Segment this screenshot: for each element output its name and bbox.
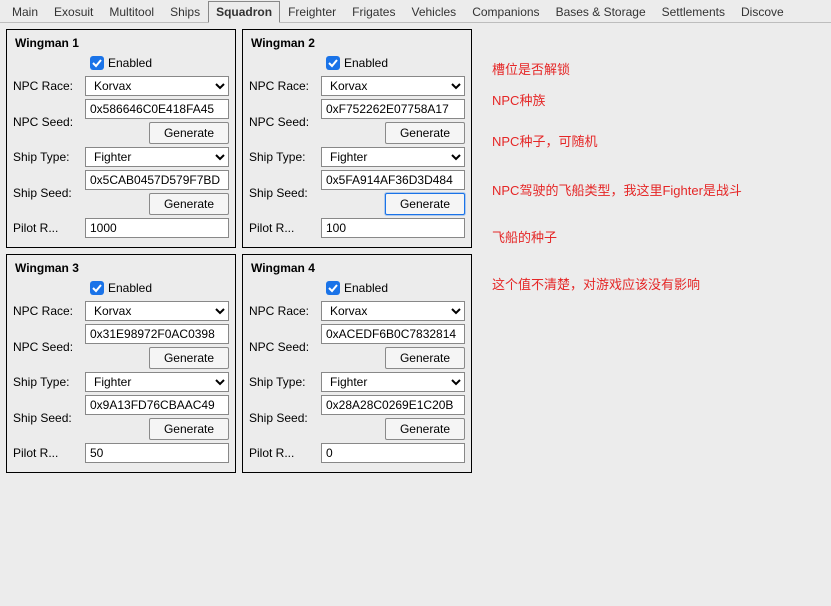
npc-race-label: NPC Race: bbox=[249, 304, 321, 318]
annotation-ship-seed: 飞船的种子 bbox=[492, 227, 742, 246]
npc-seed-label: NPC Seed: bbox=[249, 340, 321, 354]
pilot-r-input[interactable] bbox=[85, 443, 229, 463]
tab-bases-storage[interactable]: Bases & Storage bbox=[548, 1, 654, 22]
tab-multitool[interactable]: Multitool bbox=[101, 1, 162, 22]
tab-bar: MainExosuitMultitoolShipsSquadronFreight… bbox=[0, 0, 831, 23]
wingman-title: Wingman 1 bbox=[13, 34, 229, 54]
tab-settlements[interactable]: Settlements bbox=[654, 1, 733, 22]
pilot-r-input[interactable] bbox=[321, 218, 465, 238]
pilot-r-label: Pilot R... bbox=[249, 221, 321, 235]
annotation-race: NPC种族 bbox=[492, 90, 742, 109]
content-area: Wingman 1EnabledNPC Race:KorvaxNPC Seed:… bbox=[0, 23, 831, 479]
check-icon bbox=[90, 281, 104, 295]
ship-seed-input[interactable] bbox=[85, 170, 229, 190]
tab-vehicles[interactable]: Vehicles bbox=[403, 1, 464, 22]
npc-seed-input[interactable] bbox=[85, 99, 229, 119]
npc-race-label: NPC Race: bbox=[249, 79, 321, 93]
tab-main[interactable]: Main bbox=[4, 1, 46, 22]
enabled-checkbox[interactable]: Enabled bbox=[249, 281, 465, 295]
npc-seed-label: NPC Seed: bbox=[13, 340, 85, 354]
check-icon bbox=[326, 56, 340, 70]
check-icon bbox=[90, 56, 104, 70]
ship-seed-label: Ship Seed: bbox=[13, 186, 85, 200]
pilot-r-label: Pilot R... bbox=[13, 221, 85, 235]
check-icon bbox=[326, 281, 340, 295]
ship-seed-generate-button[interactable]: Generate bbox=[149, 418, 229, 440]
npc-seed-generate-button[interactable]: Generate bbox=[149, 347, 229, 369]
enabled-label: Enabled bbox=[108, 56, 152, 70]
ship-seed-input[interactable] bbox=[321, 170, 465, 190]
npc-seed-input[interactable] bbox=[85, 324, 229, 344]
annotation-npc-seed: NPC种子，可随机 bbox=[492, 131, 742, 150]
ship-type-select[interactable]: Fighter bbox=[85, 372, 229, 392]
ship-seed-generate-button[interactable]: Generate bbox=[385, 193, 465, 215]
ship-type-select[interactable]: Fighter bbox=[321, 372, 465, 392]
npc-race-label: NPC Race: bbox=[13, 79, 85, 93]
wingman-title: Wingman 3 bbox=[13, 259, 229, 279]
wingman-title: Wingman 4 bbox=[249, 259, 465, 279]
enabled-label: Enabled bbox=[344, 281, 388, 295]
wingman-card-2: Wingman 2 Enabled NPC Race:Korvax NPC Seed:… bbox=[242, 29, 472, 248]
tab-squadron[interactable]: Squadron bbox=[208, 1, 280, 23]
ship-type-select[interactable]: Fighter bbox=[321, 147, 465, 167]
annotations-panel: 槽位是否解锁 NPC种族 NPC种子，可随机 NPC驾驶的飞船类型，我这里Fig… bbox=[472, 29, 742, 293]
ship-seed-label: Ship Seed: bbox=[13, 411, 85, 425]
wingman-card-4: Wingman 4 Enabled NPC Race:Korvax NPC Seed:… bbox=[242, 254, 472, 473]
pilot-r-input[interactable] bbox=[85, 218, 229, 238]
npc-race-label: NPC Race: bbox=[13, 304, 85, 318]
npc-seed-label: NPC Seed: bbox=[249, 115, 321, 129]
enabled-label: Enabled bbox=[108, 281, 152, 295]
ship-seed-generate-button[interactable]: Generate bbox=[385, 418, 465, 440]
npc-seed-generate-button[interactable]: Generate bbox=[385, 347, 465, 369]
annotation-pilot-r: 这个值不清楚，对游戏应该没有影响 bbox=[492, 274, 742, 293]
npc-race-select[interactable]: Korvax bbox=[321, 301, 465, 321]
pilot-r-label: Pilot R... bbox=[13, 446, 85, 460]
ship-type-label: Ship Type: bbox=[13, 150, 85, 164]
tab-companions[interactable]: Companions bbox=[464, 1, 547, 22]
ship-seed-label: Ship Seed: bbox=[249, 186, 321, 200]
ship-seed-generate-button[interactable]: Generate bbox=[149, 193, 229, 215]
wingman-card-3: Wingman 3 Enabled NPC Race:Korvax NPC Seed:… bbox=[6, 254, 236, 473]
ship-type-label: Ship Type: bbox=[13, 375, 85, 389]
pilot-r-input[interactable] bbox=[321, 443, 465, 463]
ship-type-label: Ship Type: bbox=[249, 375, 321, 389]
annotation-enabled: 槽位是否解锁 bbox=[492, 59, 742, 78]
enabled-checkbox[interactable]: Enabled bbox=[13, 56, 229, 70]
enabled-label: Enabled bbox=[344, 56, 388, 70]
ship-type-label: Ship Type: bbox=[249, 150, 321, 164]
annotation-ship-type: NPC驾驶的飞船类型，我这里Fighter是战斗 bbox=[492, 180, 742, 199]
tab-ships[interactable]: Ships bbox=[162, 1, 208, 22]
tab-frigates[interactable]: Frigates bbox=[344, 1, 403, 22]
npc-seed-input[interactable] bbox=[321, 324, 465, 344]
npc-race-select[interactable]: Korvax bbox=[85, 301, 229, 321]
tab-freighter[interactable]: Freighter bbox=[280, 1, 344, 22]
tab-discove[interactable]: Discove bbox=[733, 1, 792, 22]
ship-seed-input[interactable] bbox=[321, 395, 465, 415]
wingman-grid: Wingman 1EnabledNPC Race:KorvaxNPC Seed:… bbox=[6, 29, 472, 473]
ship-type-select[interactable]: Fighter bbox=[85, 147, 229, 167]
npc-seed-generate-button[interactable]: Generate bbox=[149, 122, 229, 144]
npc-race-select[interactable]: Korvax bbox=[85, 76, 229, 96]
npc-seed-label: NPC Seed: bbox=[13, 115, 85, 129]
enabled-checkbox[interactable]: Enabled bbox=[249, 56, 465, 70]
ship-seed-label: Ship Seed: bbox=[249, 411, 321, 425]
npc-seed-input[interactable] bbox=[321, 99, 465, 119]
wingman-title: Wingman 2 bbox=[249, 34, 465, 54]
npc-seed-generate-button[interactable]: Generate bbox=[385, 122, 465, 144]
ship-seed-input[interactable] bbox=[85, 395, 229, 415]
enabled-checkbox[interactable]: Enabled bbox=[13, 281, 229, 295]
npc-race-select[interactable]: Korvax bbox=[321, 76, 465, 96]
wingman-card-1: Wingman 1 Enabled NPC Race:Korvax NPC Seed:… bbox=[6, 29, 236, 248]
pilot-r-label: Pilot R... bbox=[249, 446, 321, 460]
tab-exosuit[interactable]: Exosuit bbox=[46, 1, 101, 22]
